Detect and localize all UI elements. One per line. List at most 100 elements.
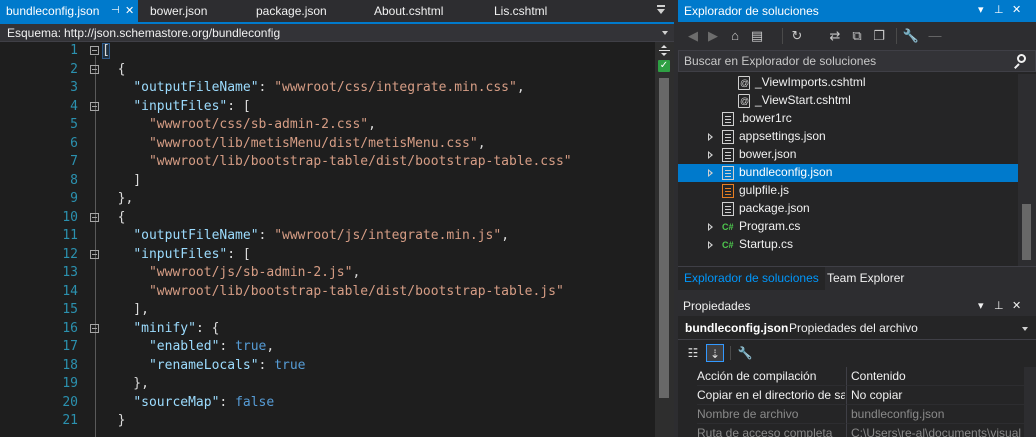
properties-object-selector[interactable]: bundleconfig.json Propiedades del archiv… <box>678 316 1036 340</box>
split-window-icon[interactable] <box>658 45 671 56</box>
close-icon[interactable]: ✕ <box>125 0 134 22</box>
expand-arrow-icon[interactable] <box>708 223 713 231</box>
collapse-icon[interactable] <box>90 323 99 333</box>
code-line[interactable]: 19 }, <box>0 375 655 394</box>
code-line[interactable]: 20 "sourceMap": false <box>0 394 655 413</box>
properties-vertical-scrollbar[interactable] <box>1024 367 1036 437</box>
code-line[interactable]: 1[ <box>0 42 655 61</box>
switch-views-icon[interactable]: ▤ <box>748 27 766 45</box>
pin-icon[interactable]: ⊥ <box>994 299 1004 312</box>
pin-icon[interactable]: ⊥ <box>994 3 1004 16</box>
tab-label: bower.json <box>150 4 208 18</box>
code-line[interactable]: 16 "minify": { <box>0 320 655 339</box>
code-line[interactable]: 15 ], <box>0 301 655 320</box>
code-line[interactable]: 4 "inputFiles": [ <box>0 98 655 117</box>
tab-bundleconfig-json[interactable]: bundleconfig.json ⊣ ✕ <box>0 0 138 22</box>
collapse-icon[interactable] <box>90 64 99 74</box>
property-pages-icon[interactable]: 🔧 <box>736 344 754 362</box>
code-area[interactable]: 1[2 {3 "outputFileName": "wwwroot/css/in… <box>0 42 655 437</box>
close-icon[interactable]: ✕ <box>1012 3 1021 16</box>
no-issues-icon[interactable]: ✓ <box>658 60 670 72</box>
tree-vertical-scrollbar[interactable] <box>1018 74 1036 266</box>
preview-icon[interactable]: — <box>926 27 944 45</box>
tree-item[interactable]: bundleconfig.json <box>678 164 1018 182</box>
solution-explorer-search-input[interactable]: Buscar en Explorador de soluciones <box>678 50 1036 72</box>
home-icon[interactable]: ⌂ <box>726 27 744 45</box>
categorized-icon[interactable]: ☷ <box>684 344 702 362</box>
code-token: } <box>102 413 126 428</box>
expand-arrow-icon[interactable] <box>708 151 713 159</box>
property-row[interactable]: Copiar en el directorio de sa No copiar <box>678 386 1024 405</box>
tab-overflow-dropdown-icon[interactable] <box>656 3 666 17</box>
chevron-down-icon[interactable]: ▾ <box>978 299 984 312</box>
tree-item[interactable]: package.json <box>678 200 1018 218</box>
property-value[interactable]: bundleconfig.json <box>846 405 1024 424</box>
expand-arrow-icon[interactable] <box>708 133 713 141</box>
forward-icon[interactable]: ▶ <box>704 27 722 45</box>
tab-lis-cshtml[interactable]: Lis.cshtml <box>488 0 588 22</box>
chevron-down-icon[interactable]: ▾ <box>978 3 984 16</box>
code-line[interactable]: 8 ] <box>0 172 655 191</box>
tree-item[interactable]: bower.json <box>678 146 1018 164</box>
code-text: ], <box>102 301 149 320</box>
collapse-icon[interactable] <box>90 101 99 111</box>
chevron-down-icon[interactable] <box>1022 327 1028 331</box>
tab-bower-json[interactable]: bower.json <box>144 0 244 22</box>
code-text: "outputFileName": "wwwroot/css/integrate… <box>102 79 524 98</box>
pin-icon[interactable]: ⊣ <box>111 0 120 22</box>
code-line[interactable]: 13 "wwwroot/js/sb-admin-2.js", <box>0 264 655 283</box>
tab-team-explorer[interactable]: Team Explorer <box>821 267 910 290</box>
tab-package-json[interactable]: package.json <box>250 0 360 22</box>
tab-solution-explorer[interactable]: Explorador de soluciones <box>678 267 825 290</box>
code-line[interactable]: 9 }, <box>0 190 655 209</box>
scrollbar-thumb[interactable] <box>1022 204 1031 260</box>
tab-about-cshtml[interactable]: About.cshtml <box>368 0 478 22</box>
schema-input[interactable]: http://json.schemastore.org/bundleconfig <box>64 25 652 41</box>
tree-item[interactable]: _ViewImports.cshtml <box>678 74 1018 92</box>
back-icon[interactable]: ◀ <box>684 27 702 45</box>
properties-icon[interactable]: 🔧 <box>902 27 920 45</box>
history-icon[interactable]: ↻ <box>788 27 806 45</box>
code-line[interactable]: 3 "outputFileName": "wwwroot/css/integra… <box>0 79 655 98</box>
search-icon[interactable] <box>1013 54 1027 69</box>
editor-vertical-scrollbar[interactable]: ✓ <box>655 42 674 437</box>
expand-arrow-icon[interactable] <box>708 169 713 177</box>
code-line[interactable]: 11 "outputFileName": "wwwroot/js/integra… <box>0 227 655 246</box>
chevron-down-icon[interactable] <box>662 31 668 35</box>
copy-icon[interactable]: ❐ <box>870 27 888 45</box>
collapse-icon[interactable]: ⧉ <box>848 27 866 45</box>
tree-item[interactable]: appsettings.json <box>678 128 1018 146</box>
tree-item[interactable]: .bower1rc <box>678 110 1018 128</box>
code-line[interactable]: 2 { <box>0 61 655 80</box>
code-line[interactable]: 7 "wwwroot/lib/bootstrap-table/dist/boot… <box>0 153 655 172</box>
sync-icon[interactable]: ⇄ <box>826 27 844 45</box>
tree-item[interactable]: C# Program.cs <box>678 218 1018 236</box>
code-token: }, <box>102 191 134 206</box>
code-line[interactable]: 10 { <box>0 209 655 228</box>
property-value[interactable]: Contenido <box>846 367 1024 386</box>
collapse-icon[interactable] <box>90 46 99 55</box>
code-line[interactable]: 6 "wwwroot/lib/metisMenu/dist/metisMenu.… <box>0 135 655 154</box>
scrollbar-thumb[interactable] <box>659 78 669 398</box>
collapse-icon[interactable] <box>90 212 99 222</box>
collapse-icon[interactable] <box>90 249 99 259</box>
property-row[interactable]: Nombre de archivo bundleconfig.json <box>678 405 1024 424</box>
property-value[interactable]: No copiar <box>846 386 1024 405</box>
code-line[interactable]: 21 } <box>0 412 655 431</box>
tree-item[interactable]: C# Startup.cs <box>678 236 1018 254</box>
code-line[interactable]: 14 "wwwroot/lib/bootstrap-table/dist/boo… <box>0 283 655 302</box>
document-tab-bar: bundleconfig.json ⊣ ✕ bower.json package… <box>0 0 674 22</box>
tree-item[interactable]: _ViewStart.cshtml <box>678 92 1018 110</box>
code-line[interactable]: 17 "enabled": true, <box>0 338 655 357</box>
close-icon[interactable]: ✕ <box>1012 299 1021 312</box>
code-line[interactable]: 18 "renameLocals": true <box>0 357 655 376</box>
expand-arrow-icon[interactable] <box>708 241 713 249</box>
property-row[interactable]: Acción de compilación Contenido <box>678 367 1024 386</box>
tree-item[interactable]: gulpfile.js <box>678 182 1018 200</box>
alphabetical-icon[interactable]: ⇣ <box>706 344 724 362</box>
code-line[interactable]: 5 "wwwroot/css/sb-admin-2.css", <box>0 116 655 135</box>
property-row[interactable]: Ruta de acceso completa C:\Users\re-al\do… <box>678 424 1024 437</box>
property-value[interactable]: C:\Users\re-al\documents\visual <box>846 424 1024 437</box>
code-line[interactable]: 12 "inputFiles": [ <box>0 246 655 265</box>
